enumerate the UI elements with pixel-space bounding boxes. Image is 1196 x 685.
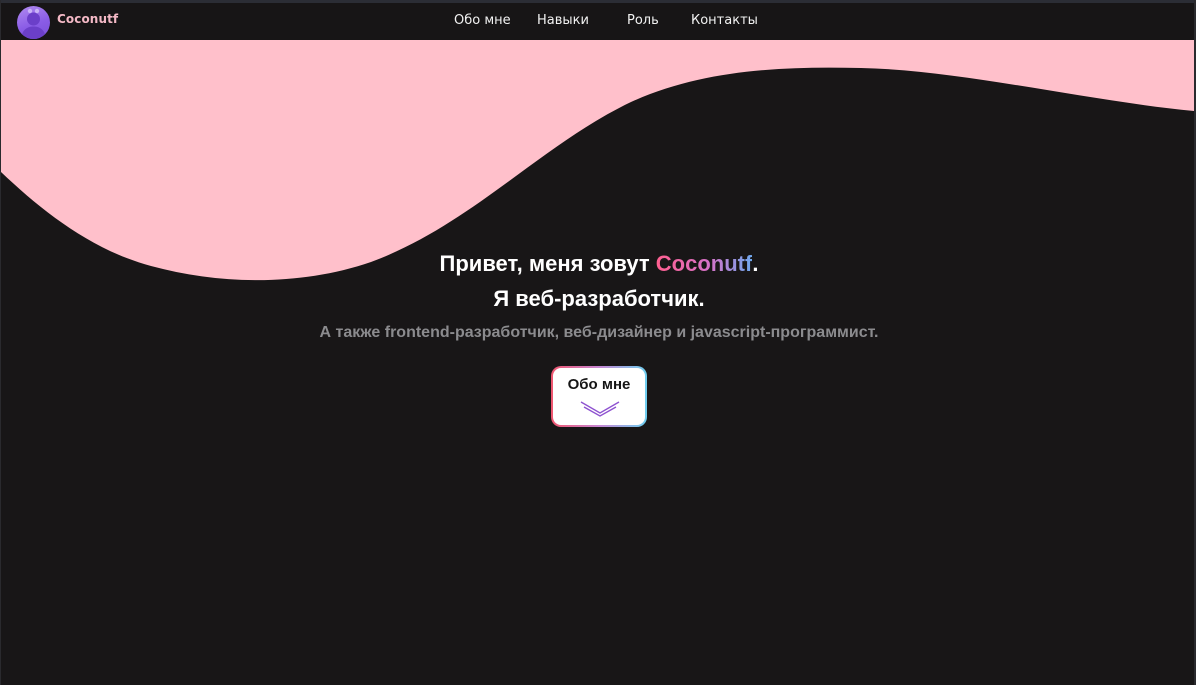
nav-menu: Обо мне Навыки Роль Контакты: [1, 3, 1194, 40]
nav-link-role[interactable]: Роль: [627, 13, 659, 28]
hero-section: Привет, меня зовут Coconutf. Я веб-разра…: [1, 246, 1196, 342]
chevron-down-icon: [580, 401, 620, 417]
hero-title: Я веб-разработчик.: [493, 286, 705, 311]
page: Coconutf Обо мне Навыки Роль Контакты Пр…: [0, 0, 1196, 685]
hero-greeting: Привет, меня зовут Coconutf.: [1, 246, 1196, 281]
hero-greeting-suffix: .: [752, 251, 759, 276]
hero-greeting-prefix: Привет, меня зовут: [439, 251, 656, 276]
nav-link-about[interactable]: Обо мне: [454, 13, 511, 28]
hero-name: Coconutf: [655, 251, 753, 276]
navbar: Coconutf Обо мне Навыки Роль Контакты: [1, 3, 1194, 40]
nav-link-contacts[interactable]: Контакты: [691, 13, 758, 28]
nav-link-skills[interactable]: Навыки: [537, 13, 589, 28]
hero-subtitle: А также frontend-разработчик, веб-дизайн…: [319, 324, 879, 341]
about-me-button-body: Обо мне: [553, 368, 645, 425]
about-me-button-label: Обо мне: [567, 376, 631, 393]
about-me-button[interactable]: Обо мне: [551, 366, 647, 427]
